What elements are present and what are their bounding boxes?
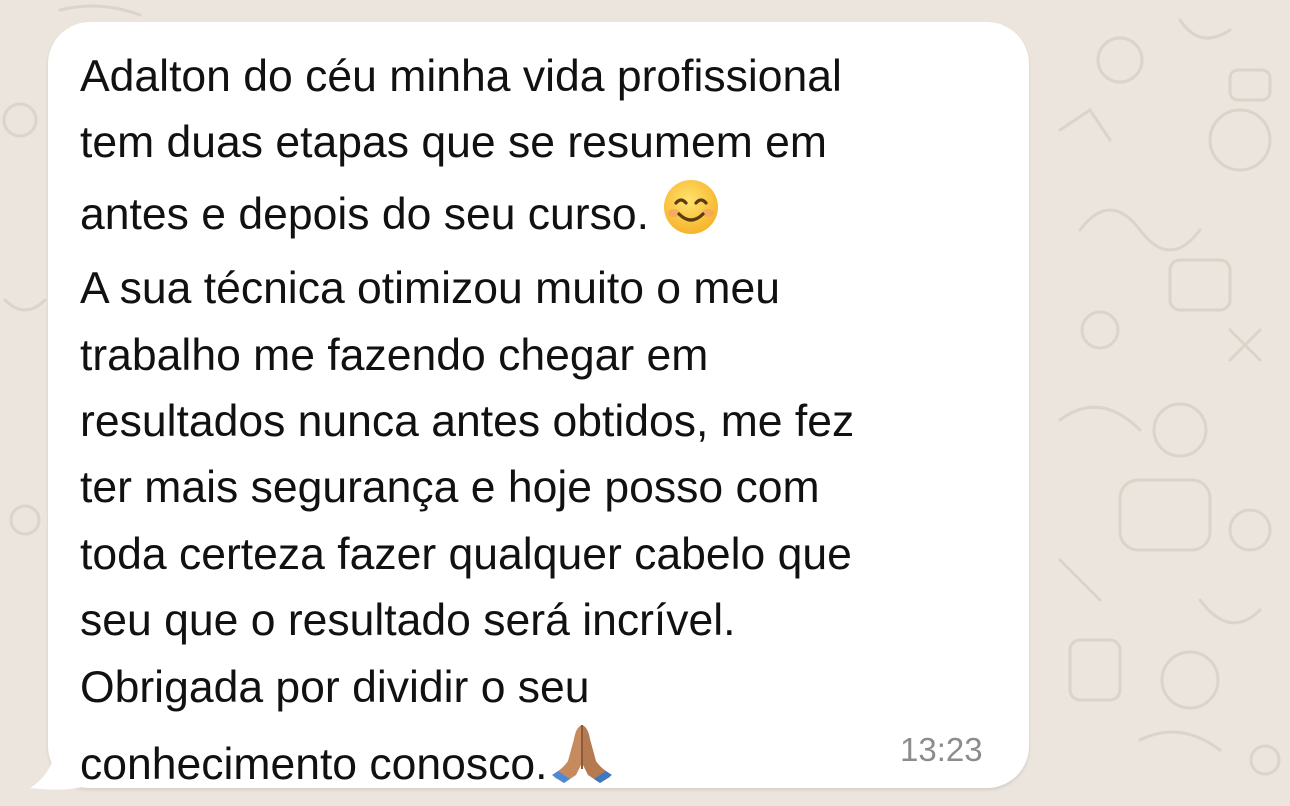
folded-hands-emoji-icon [548, 721, 616, 806]
message-line: antes e depois do seu curso. [80, 189, 662, 239]
message-line: Adalton do céu minha vida profissional [80, 52, 842, 101]
message-line: ter mais segurança e hoje posso com [80, 463, 820, 513]
smiling-face-emoji-icon [661, 177, 721, 256]
message-line: toda certeza fazer qualquer cabelo que [80, 529, 852, 579]
message-line: tem duas etapas que se resumem em [80, 118, 827, 168]
message-line: Obrigada por dividir o seu [80, 662, 590, 712]
message-line: seu que o resultado será incrível. [80, 596, 736, 646]
message-text: Adalton do céu minha vida profissional t… [80, 44, 1010, 806]
message-timestamp: 13:23 [900, 731, 983, 768]
message-line: conhecimento conosco. [80, 740, 548, 790]
message-line: A sua técnica otimizou muito o meu [80, 264, 780, 314]
message-line: resultados nunca antes obtidos, me fez [80, 397, 855, 447]
message-line: trabalho me fazendo chegar em [80, 330, 709, 380]
